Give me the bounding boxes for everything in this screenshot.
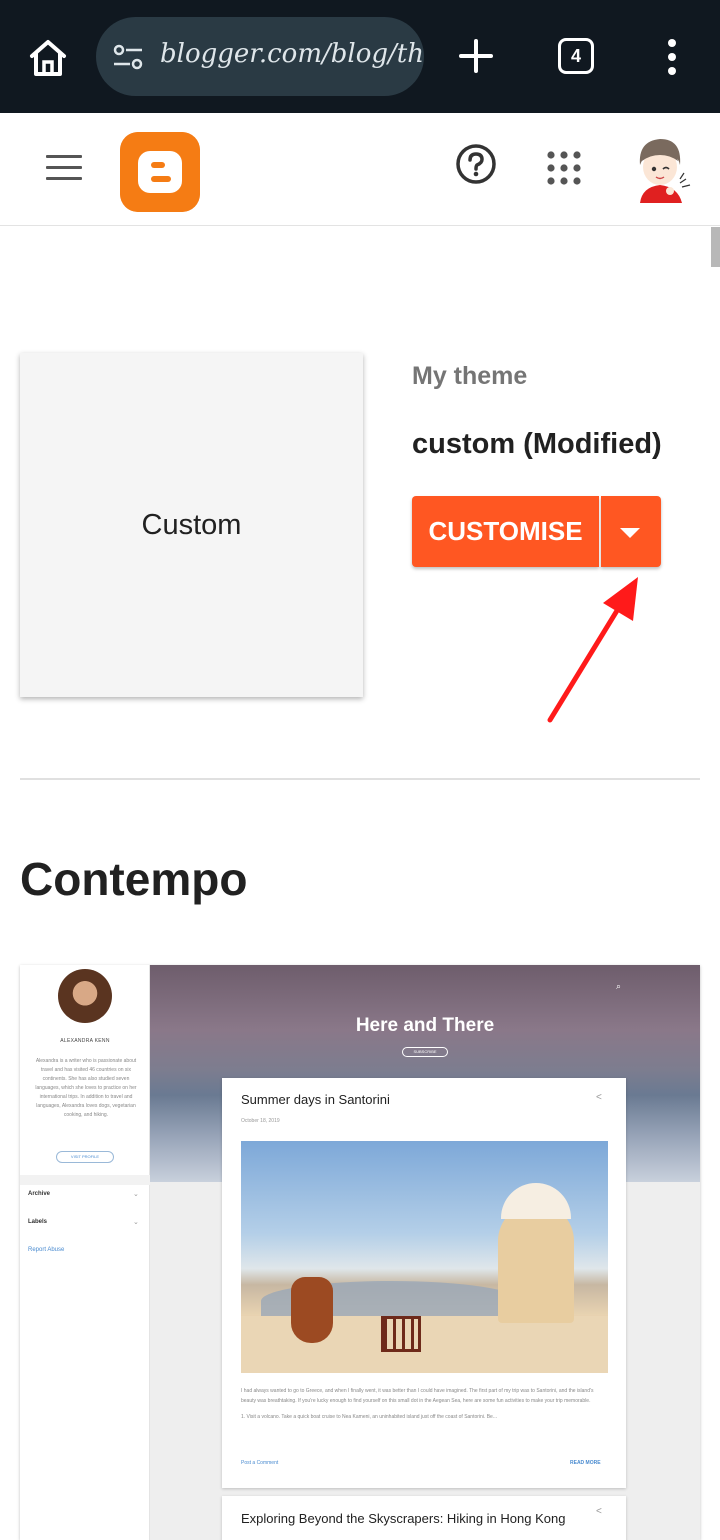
browser-toolbar: blogger.com/blog/the 4 (0, 0, 720, 113)
app-header (0, 113, 720, 226)
theme-options-dropdown-button[interactable] (601, 496, 661, 567)
preview-post-paragraph: I had always wanted to go to Greece, and… (241, 1388, 594, 1404)
share-icon: < (596, 1092, 602, 1103)
contempo-theme-preview[interactable]: ALEXANDRA KENN Alexandra is a writer who… (20, 965, 700, 1540)
preview-visit-profile-button: VISIT PROFILE (56, 1151, 114, 1163)
preview-author-name: ALEXANDRA KENN (60, 1038, 110, 1044)
preview-labels-link: Labels (28, 1219, 48, 1225)
page-scrollbar[interactable] (711, 227, 720, 267)
preview-post-card: Summer days in Santorini October 18, 201… (222, 1078, 626, 1488)
current-theme-name: custom (Modified) (412, 428, 662, 460)
annotation-arrow-icon (547, 577, 638, 723)
preview-sidebar-spacer (20, 1175, 150, 1185)
preview-subscribe-button: SUBSCRIBE (402, 1047, 448, 1057)
preview-post-paragraph: 1. Visit a volcano. Take a quick boat cr… (241, 1414, 497, 1420)
chevron-down-icon: ⌄ (133, 1219, 139, 1226)
preview-post-body: I had always wanted to go to Greece, and… (241, 1386, 608, 1422)
more-options-icon[interactable] (660, 38, 684, 76)
preview-post-card: Exploring Beyond the Skyscrapers: Hiking… (222, 1496, 626, 1540)
current-theme-preview[interactable]: Custom (20, 353, 363, 697)
preview-post-title: Exploring Beyond the Skyscrapers: Hiking… (241, 1511, 566, 1526)
my-theme-heading: My theme (412, 362, 528, 390)
home-icon[interactable] (24, 34, 72, 82)
preview-archive-link: Archive (28, 1191, 51, 1197)
blogger-logo[interactable] (120, 132, 200, 212)
share-icon: < (596, 1506, 602, 1517)
search-icon: ⌕ (616, 981, 622, 991)
apps-grid-icon[interactable] (546, 150, 582, 186)
preview-post-photo (241, 1141, 608, 1373)
preview-author-avatar (58, 969, 112, 1023)
preview-post-date: October 18, 2019 (241, 1118, 280, 1124)
address-bar[interactable]: blogger.com/blog/the (96, 17, 424, 96)
preview-read-more-link: READ MORE (570, 1460, 601, 1466)
help-icon[interactable] (455, 143, 497, 185)
new-tab-icon[interactable] (458, 38, 494, 74)
preview-post-comment-link: Post a Comment (241, 1460, 279, 1466)
theme-preview-label: Custom (141, 508, 242, 541)
preview-blog-title: Here and There (355, 1015, 495, 1036)
site-settings-icon[interactable] (112, 42, 144, 72)
preview-author-bio: Alexandra is a writer who is passionate … (35, 1058, 137, 1118)
customise-button[interactable]: CUSTOMISE (412, 496, 599, 567)
preview-sidebar: ALEXANDRA KENN Alexandra is a writer who… (20, 965, 150, 1540)
preview-report-abuse-link: Report Abuse (28, 1247, 65, 1253)
caret-down-icon (620, 528, 640, 538)
section-divider (20, 778, 700, 780)
user-avatar[interactable] (630, 135, 694, 203)
theme-gallery-title: Contempo (20, 853, 248, 905)
chevron-down-icon: ⌄ (133, 1191, 139, 1198)
tab-switcher-button[interactable]: 4 (558, 38, 594, 74)
url-text[interactable]: blogger.com/blog/the (160, 39, 424, 69)
hamburger-menu-icon[interactable] (46, 155, 82, 183)
preview-post-title: Summer days in Santorini (241, 1092, 390, 1107)
